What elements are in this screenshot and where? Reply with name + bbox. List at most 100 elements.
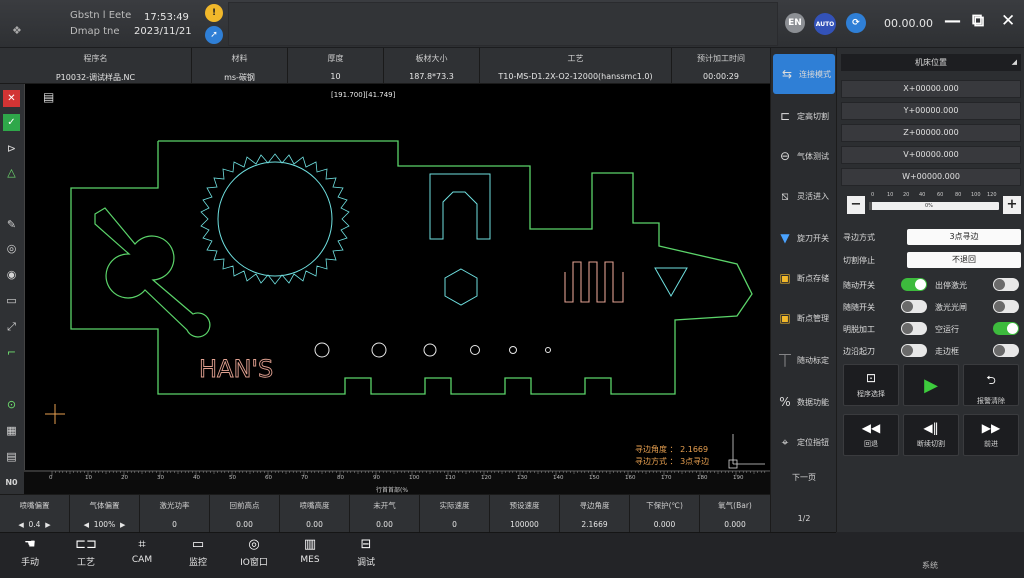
ruler-caption: 行首首部(% xyxy=(376,487,409,494)
progress-ruler[interactable]: 0 10 20 30 40 50 60 70 80 90 100 110 120… xyxy=(24,470,770,494)
status-lower-protect: 下保护(℃) 0.000 xyxy=(630,495,700,533)
decrease-arrow-icon[interactable]: ◀ xyxy=(18,521,23,529)
warning-icon[interactable]: ! xyxy=(205,4,223,22)
status-return-height: 回前高点 0.00 xyxy=(210,495,280,533)
pin-icon[interactable]: ✎ xyxy=(3,216,20,233)
forward-button[interactable]: ▶▶ 前进 xyxy=(963,414,1019,456)
page-indicator: 1/2 xyxy=(797,514,811,523)
cut-stop-label: 切割停止 xyxy=(843,256,875,265)
mode-height-cut[interactable]: ⊏ 定高切割 xyxy=(771,96,837,136)
mode-link[interactable]: ⇆ 连接模式 xyxy=(773,54,835,94)
minimize-button[interactable]: — xyxy=(944,11,961,31)
status-nozzle-height: 喷嘴高度 0.00 xyxy=(280,495,350,533)
play-icon: ▶ xyxy=(924,375,938,396)
toggle-trace-frame[interactable] xyxy=(993,344,1019,357)
start-button[interactable]: ▶ xyxy=(903,364,959,406)
cut-stop-select[interactable]: 不退回 xyxy=(907,252,1021,268)
mode-calibrate[interactable]: ⏉ 随动标定 xyxy=(771,340,837,380)
delete-icon[interactable]: ✕ xyxy=(3,90,20,107)
increase-arrow-icon[interactable]: ▶ xyxy=(45,521,50,529)
mode-flex-enter[interactable]: ⧅ 灵活进入 xyxy=(771,176,837,216)
clock-icon[interactable]: ◎ xyxy=(3,240,20,257)
toggle-label-trace-frame: 走边框 xyxy=(935,347,959,356)
toggle-stop-laser[interactable] xyxy=(993,278,1019,291)
toggle-process[interactable] xyxy=(901,322,927,335)
mode-column: ⇆ 连接模式 ⊏ 定高切割 ⊖ 气体测试 ⧅ 灵活进入 ▼ 旋刀开关 ▣ 断点存储 ▣ 断点管… xyxy=(770,48,836,532)
alarm-clear-icon: ⮌ xyxy=(986,373,996,387)
machine-position-header[interactable]: 机床位置 ◢ xyxy=(841,54,1021,71)
speed-slider[interactable]: 0 10 20 40 60 80 100 120 0% xyxy=(869,192,999,220)
mode-gas-test[interactable]: ⊖ 气体测试 xyxy=(771,136,837,176)
fit-screen-icon[interactable]: ⤢ xyxy=(3,318,20,335)
no-label-icon[interactable]: N0 xyxy=(3,474,20,491)
cutting-canvas[interactable]: ▤ [191.700][41.749] HAN'S 寻边角度 ： 2.1669 … xyxy=(24,84,770,494)
nav-io-window[interactable]: ◎ IO窗口 xyxy=(228,537,280,577)
io-window-icon: ◎ xyxy=(248,537,260,552)
back-icon: ◀◀ xyxy=(861,421,881,435)
calibrate-icon: ⏉ xyxy=(778,353,791,368)
nav-debug[interactable]: ⊟ 调试 xyxy=(340,537,392,577)
back-button[interactable]: ◀◀ 回退 xyxy=(843,414,899,456)
frame-icon[interactable]: ▭ xyxy=(3,292,20,309)
nav-process[interactable]: ⊏⊐ 工艺 xyxy=(60,537,112,577)
reset-icon[interactable]: ⟳ xyxy=(846,13,866,33)
axis-w: W+00000.000 xyxy=(841,168,1021,186)
slider-ticks: 0 10 20 40 60 80 100 120 xyxy=(871,192,997,198)
speed-plus-button[interactable]: + xyxy=(1003,196,1021,214)
slider-handle[interactable] xyxy=(869,202,872,210)
toggle-follow2[interactable] xyxy=(901,300,927,313)
compass-icon[interactable]: ➚ xyxy=(205,26,223,44)
confirm-icon[interactable]: ✓ xyxy=(3,114,20,131)
slider-value: 0% xyxy=(925,203,933,209)
target-icon[interactable]: ◉ xyxy=(3,266,20,283)
program-select-button[interactable]: ⊡ 程序选择 xyxy=(843,364,899,406)
path-icon[interactable]: ⌐ xyxy=(3,344,20,361)
layers-icon[interactable]: ▤ xyxy=(3,448,20,465)
system-button[interactable]: 系统 xyxy=(836,560,1024,571)
toggle-label-follow2: 随随开关 xyxy=(843,303,875,312)
nav-monitor[interactable]: ▭ 监控 xyxy=(172,537,224,577)
toggle-label-process: 明脱加工 xyxy=(843,325,875,334)
axis-z: Z+00000.000 xyxy=(841,124,1021,142)
toggle-dry-run[interactable] xyxy=(993,322,1019,335)
mode-locate[interactable]: ⌖ 定位指钮 xyxy=(771,422,837,462)
process-icon: ⊏⊐ xyxy=(75,537,97,552)
language-button[interactable]: EN xyxy=(785,13,805,33)
breakpoint-manage-icon: ▣ xyxy=(779,311,791,325)
nav-cam[interactable]: ⌗ CAM xyxy=(116,537,168,577)
mode-breakpoint-manage[interactable]: ▣ 断点管理 xyxy=(771,298,837,338)
toggle-shutter[interactable] xyxy=(993,300,1019,313)
mode-knife-switch[interactable]: ▼ 旋刀开关 xyxy=(771,218,837,258)
system-button-area: 系统 xyxy=(836,532,1024,578)
speed-minus-button[interactable]: − xyxy=(847,196,865,214)
start-point-icon[interactable]: ⊙ xyxy=(3,396,20,413)
grid-icon[interactable]: ▦ xyxy=(3,422,20,439)
next-page-button[interactable]: 下一页 xyxy=(771,472,837,483)
hans-logo-text: HAN'S xyxy=(199,355,273,383)
height-cut-icon: ⊏ xyxy=(779,109,791,123)
mode-breakpoint-save[interactable]: ▣ 断点存储 xyxy=(771,258,837,298)
breakpoint-save-icon: ▣ xyxy=(779,271,791,285)
status-oxygen: 氧气(Bar) 0.000 xyxy=(718,501,752,529)
top-bar: ❖ Gbstn l Eete Dmap tne 17:53:49 2023/11… xyxy=(0,0,1024,48)
ruler-numbers: 0 10 20 30 40 50 60 70 80 90 100 110 120… xyxy=(49,475,744,481)
triangle-icon[interactable]: △ xyxy=(3,164,20,181)
edge-mode-select[interactable]: 3点寻边 xyxy=(907,229,1021,245)
axis-x: X+00000.000 xyxy=(841,80,1021,98)
alarm-clear-button[interactable]: ⮌ 报警清除 xyxy=(963,364,1019,406)
nav-mes[interactable]: ▥ MES xyxy=(284,537,336,577)
decrease-arrow-icon[interactable]: ◀ xyxy=(84,521,89,529)
pause-cut-button[interactable]: ◀‖ 断续切割 xyxy=(903,414,959,456)
restore-button[interactable]: ⧉ xyxy=(972,11,984,31)
nav-manual[interactable]: ☚ 手动 xyxy=(4,537,56,577)
close-button[interactable]: ✕ xyxy=(1001,11,1015,31)
control-panel: 机床位置 ◢ X+00000.000 Y+00000.000 Z+00000.0… xyxy=(836,48,1024,532)
mode-data-function[interactable]: % 数据功能 xyxy=(771,382,837,422)
mirror-icon[interactable]: ⊳ xyxy=(3,140,20,157)
increase-arrow-icon[interactable]: ▶ xyxy=(120,521,125,529)
gear-shape xyxy=(200,153,350,285)
toggle-follow[interactable] xyxy=(901,278,927,291)
toggle-edge-start[interactable] xyxy=(901,344,927,357)
auto-mode-button[interactable]: AUTO xyxy=(814,13,836,35)
dropdown-arrow-icon: ◢ xyxy=(1011,58,1017,66)
